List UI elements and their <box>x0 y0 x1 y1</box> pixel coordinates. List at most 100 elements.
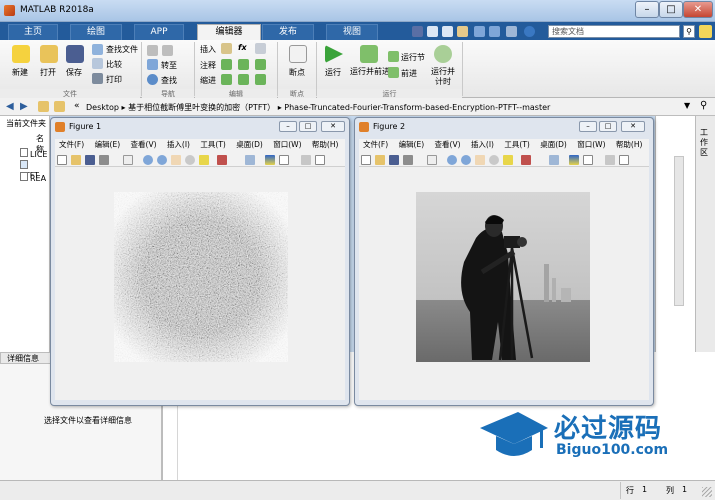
open-file-icon[interactable] <box>375 155 385 165</box>
list-item[interactable]: LICE <box>20 148 47 159</box>
tab-view[interactable]: 视图 <box>326 24 378 40</box>
zoom-out-icon[interactable] <box>461 155 471 165</box>
colorbar-icon[interactable] <box>265 155 275 165</box>
chevron-down-icon[interactable]: ▼ <box>684 101 690 110</box>
run-and-time-button[interactable]: 运行并计时 <box>428 67 458 87</box>
show-plot-tools-icon[interactable] <box>619 155 629 165</box>
figure-2-minimize-button[interactable]: – <box>579 121 597 132</box>
pan-hand-icon[interactable] <box>475 155 485 165</box>
fx-button[interactable]: fx <box>238 43 247 52</box>
find-files-button[interactable]: 查找文件 <box>106 44 138 55</box>
brush-icon[interactable] <box>521 155 531 165</box>
menu-help[interactable]: 帮助(H) <box>312 140 339 149</box>
advance-button[interactable]: 前进 <box>401 68 417 79</box>
comment-wrap-icon[interactable] <box>238 59 249 70</box>
figure-1-window[interactable]: Figure 1 – □ ✕ 文件(F) 编辑(E) 查看(V) 插入(I) 工… <box>50 117 350 406</box>
address-overflow[interactable]: « <box>74 101 80 111</box>
forward-nav-icon[interactable] <box>162 45 173 56</box>
insert-section-icon[interactable] <box>221 43 232 54</box>
pointer-icon[interactable] <box>123 155 133 165</box>
run-section-button[interactable]: 运行节 <box>401 52 425 63</box>
new-figure-icon[interactable] <box>361 155 371 165</box>
menu-file[interactable]: 文件(F) <box>59 140 84 149</box>
brush-icon[interactable] <box>217 155 227 165</box>
help-quick-icon[interactable] <box>524 26 535 37</box>
up-folder-icon[interactable] <box>38 101 49 112</box>
run-advance-button[interactable]: 运行并前进 <box>350 67 390 77</box>
menu-view[interactable]: 查看(V) <box>435 140 461 149</box>
link-plot-icon[interactable] <box>245 155 255 165</box>
zoom-in-icon[interactable] <box>143 155 153 165</box>
undo-quick-icon[interactable] <box>474 26 485 37</box>
open-file-icon[interactable] <box>71 155 81 165</box>
uncomment-icon[interactable] <box>255 59 266 70</box>
save-button[interactable]: 保存 <box>66 67 82 78</box>
maximize-button[interactable]: □ <box>659 1 683 18</box>
run-and-time-icon[interactable] <box>434 45 452 63</box>
tab-apps[interactable]: APP <box>134 24 184 40</box>
menu-desktop[interactable]: 桌面(D) <box>540 140 567 149</box>
tab-home[interactable]: 主页 <box>8 24 58 40</box>
back-arrow-icon[interactable]: ◀ <box>6 101 14 112</box>
hide-plot-tools-icon[interactable] <box>301 155 311 165</box>
breadcrumb-desktop[interactable]: Desktop <box>86 103 119 112</box>
search-path-icon[interactable]: ⚲ <box>700 100 707 111</box>
run-button[interactable]: 运行 <box>325 67 341 78</box>
insert-button[interactable]: 插入 <box>200 44 216 55</box>
back-nav-icon[interactable] <box>147 45 158 56</box>
print-figure-icon[interactable] <box>403 155 413 165</box>
search-docs-input[interactable]: 搜索文档 <box>548 25 680 38</box>
notification-icon[interactable] <box>699 25 712 38</box>
figure-1-minimize-button[interactable]: – <box>279 121 297 132</box>
figure-2-window[interactable]: Figure 2 – □ ✕ 文件(F) 编辑(E) 查看(V) 插入(I) 工… <box>354 117 654 406</box>
pan-hand-icon[interactable] <box>171 155 181 165</box>
comment-button[interactable]: 注释 <box>200 60 216 71</box>
save-figure-icon[interactable] <box>389 155 399 165</box>
new-button[interactable]: 新建 <box>12 67 28 78</box>
figure-2-maximize-button[interactable]: □ <box>599 121 617 132</box>
hide-plot-tools-icon[interactable] <box>605 155 615 165</box>
menu-edit[interactable]: 编辑(E) <box>95 140 121 149</box>
find-button[interactable]: 查找 <box>161 75 177 86</box>
zoom-out-icon[interactable] <box>157 155 167 165</box>
menu-insert[interactable]: 插入(I) <box>167 140 190 149</box>
minimize-button[interactable]: – <box>635 1 659 18</box>
more-edit-icon[interactable] <box>255 43 266 54</box>
show-plot-tools-icon[interactable] <box>315 155 325 165</box>
rotate-3d-icon[interactable] <box>185 155 195 165</box>
menu-edit[interactable]: 编辑(E) <box>399 140 425 149</box>
run-advance-icon[interactable] <box>360 45 378 63</box>
close-button[interactable]: ✕ <box>683 1 713 18</box>
comment-percent-icon[interactable] <box>221 59 232 70</box>
data-cursor-icon[interactable] <box>503 155 513 165</box>
tab-editor[interactable]: 编辑器 <box>197 24 261 40</box>
menu-window[interactable]: 窗口(W) <box>577 140 605 149</box>
menu-window[interactable]: 窗口(W) <box>273 140 301 149</box>
forward-arrow-icon[interactable]: ▶ <box>20 101 28 112</box>
cut-quick-icon[interactable] <box>427 26 438 37</box>
menu-view[interactable]: 查看(V) <box>131 140 157 149</box>
colorbar-icon[interactable] <box>569 155 579 165</box>
tab-publish[interactable]: 发布 <box>262 24 314 40</box>
switch-windows-icon[interactable] <box>506 26 517 37</box>
breadcrumb-master-folder[interactable]: Phase-Truncated-Fourier-Transform-based-… <box>284 103 550 112</box>
new-icon[interactable] <box>12 45 30 63</box>
breakpoints-icon[interactable] <box>289 45 307 63</box>
resize-grip-icon[interactable] <box>702 487 712 497</box>
search-icon[interactable]: ⚲ <box>683 25 695 38</box>
open-folder-icon[interactable] <box>40 45 58 63</box>
menu-tools[interactable]: 工具(T) <box>200 140 225 149</box>
paste-quick-icon[interactable] <box>457 26 468 37</box>
figure-2-close-button[interactable]: ✕ <box>621 121 645 132</box>
save-quick-icon[interactable] <box>412 26 423 37</box>
browse-folder-icon[interactable] <box>54 101 65 112</box>
menu-insert[interactable]: 插入(I) <box>471 140 494 149</box>
pointer-icon[interactable] <box>427 155 437 165</box>
indent-right-icon[interactable] <box>238 74 249 85</box>
breakpoints-button[interactable]: 断点 <box>289 67 305 78</box>
save-figure-icon[interactable] <box>85 155 95 165</box>
run-icon[interactable] <box>325 45 343 63</box>
copy-quick-icon[interactable] <box>442 26 453 37</box>
print-figure-icon[interactable] <box>99 155 109 165</box>
tab-plots[interactable]: 绘图 <box>70 24 122 40</box>
